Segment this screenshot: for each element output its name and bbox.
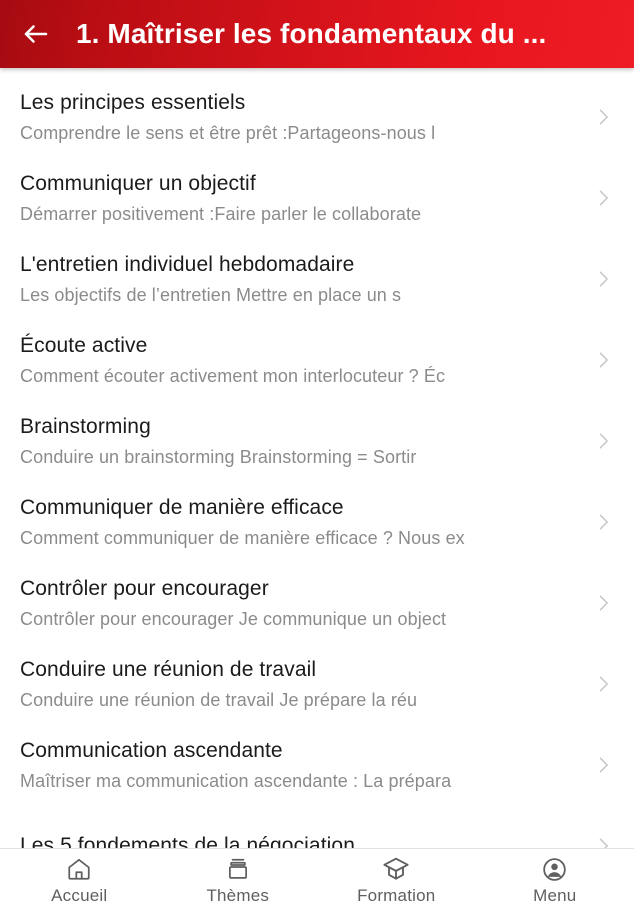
list-item-subtitle: Comprendre le sens et être prêt :Partage… (20, 122, 436, 143)
list-item-subtitle: Maîtriser ma communication ascendante : … (20, 770, 452, 791)
list-item-title: Contrôler pour encourager (20, 576, 269, 600)
list-item-text: Les principes essentiels Comprendre le se… (20, 89, 580, 146)
chevron-right-icon[interactable] (586, 107, 620, 127)
topic-list[interactable]: Les principes essentiels Comprendre le se… (0, 68, 634, 849)
graduation-cap-icon (382, 854, 410, 884)
list-item-title: Les 5 fondements de la négociation (20, 834, 355, 849)
list-item-subtitle: Démarrer positivement :Faire parler le c… (20, 203, 422, 224)
list-item[interactable]: Contrôler pour encourager Contrôler pour … (0, 570, 634, 636)
list-item-title: Les principes essentiels (20, 90, 246, 114)
layers-stack-icon (225, 854, 251, 884)
list-item-text: Brainstorming Conduire un brainstorming B… (20, 413, 580, 470)
list-item-subtitle: Conduire une réunion de travail Je prépa… (20, 689, 418, 710)
arrow-left-icon (21, 19, 51, 49)
home-icon (66, 854, 92, 884)
list-item-title: Écoute active (20, 333, 148, 357)
chevron-right-icon[interactable] (586, 593, 620, 613)
list-item[interactable]: Communiquer de manière efficace Comment c… (0, 489, 634, 555)
app-header: 1. Maîtriser les fondamentaux du ... (0, 0, 634, 68)
list-item-text: Communication ascendante Maîtriser ma com… (20, 737, 580, 794)
list-item[interactable]: Conduire une réunion de travail Conduire … (0, 651, 634, 717)
list-item-text: Communiquer de manière efficace Comment c… (20, 494, 580, 551)
list-item[interactable]: Communication ascendante Maîtriser ma com… (0, 732, 634, 798)
nav-label-accueil: Accueil (51, 886, 108, 905)
list-item-title: L'entretien individuel hebdomadaire (20, 252, 355, 276)
list-item-subtitle: Les objectifs de l’entretien Mettre en p… (20, 284, 402, 305)
account-circle-icon (541, 854, 568, 884)
list-item-subtitle: Contrôler pour encourager Je communique … (20, 608, 447, 629)
chevron-right-icon[interactable] (586, 188, 620, 208)
list-item[interactable]: L'entretien individuel hebdomadaire Les o… (0, 246, 634, 312)
list-item-text: L'entretien individuel hebdomadaire Les o… (20, 251, 580, 308)
list-item[interactable]: Les 5 fondements de la négociation (0, 813, 634, 849)
list-item[interactable]: Écoute active Comment écouter activement … (0, 327, 634, 393)
chevron-right-icon[interactable] (586, 674, 620, 694)
nav-item-menu[interactable]: Menu (476, 849, 634, 910)
list-item-text: Contrôler pour encourager Contrôler pour … (20, 575, 580, 632)
list-item-title: Communiquer un objectif (20, 171, 256, 195)
list-item-title: Conduire une réunion de travail (20, 657, 317, 681)
list-item-subtitle: Comment communiquer de manière efficace … (20, 527, 465, 548)
bottom-navigation: Accueil Thèmes Formation Menu (0, 848, 634, 910)
nav-label-menu: Menu (533, 886, 577, 905)
app-screen: 1. Maîtriser les fondamentaux du ... Les… (0, 0, 634, 910)
list-item-title: Communication ascendante (20, 738, 283, 762)
list-item[interactable]: Communiquer un objectif Démarrer positive… (0, 165, 634, 231)
list-item-subtitle: Comment écouter activement mon interlocu… (20, 365, 446, 386)
list-item-title: Communiquer de manière efficace (20, 495, 344, 519)
nav-label-formation: Formation (357, 886, 436, 905)
nav-label-themes: Thèmes (206, 886, 270, 905)
nav-item-themes[interactable]: Thèmes (159, 849, 318, 910)
list-item-subtitle: Conduire un brainstorming Brainstorming … (20, 446, 417, 467)
chevron-right-icon[interactable] (586, 269, 620, 289)
list-item-title: Brainstorming (20, 414, 151, 438)
back-button[interactable] (8, 6, 64, 62)
nav-item-formation[interactable]: Formation (317, 849, 476, 910)
list-item-text: Les 5 fondements de la négociation (20, 832, 580, 849)
list-item-text: Communiquer un objectif Démarrer positive… (20, 170, 580, 227)
list-item-text: Écoute active Comment écouter activement … (20, 332, 580, 389)
chevron-right-icon[interactable] (586, 512, 620, 532)
list-item[interactable]: Les principes essentiels Comprendre le se… (0, 84, 634, 150)
nav-item-accueil[interactable]: Accueil (0, 849, 159, 910)
chevron-right-icon[interactable] (586, 431, 620, 451)
chevron-right-icon[interactable] (586, 350, 620, 370)
chevron-right-icon[interactable] (586, 755, 620, 775)
page-title: 1. Maîtriser les fondamentaux du ... (76, 18, 547, 49)
list-item[interactable]: Brainstorming Conduire un brainstorming B… (0, 408, 634, 474)
list-item-text: Conduire une réunion de travail Conduire … (20, 656, 580, 713)
